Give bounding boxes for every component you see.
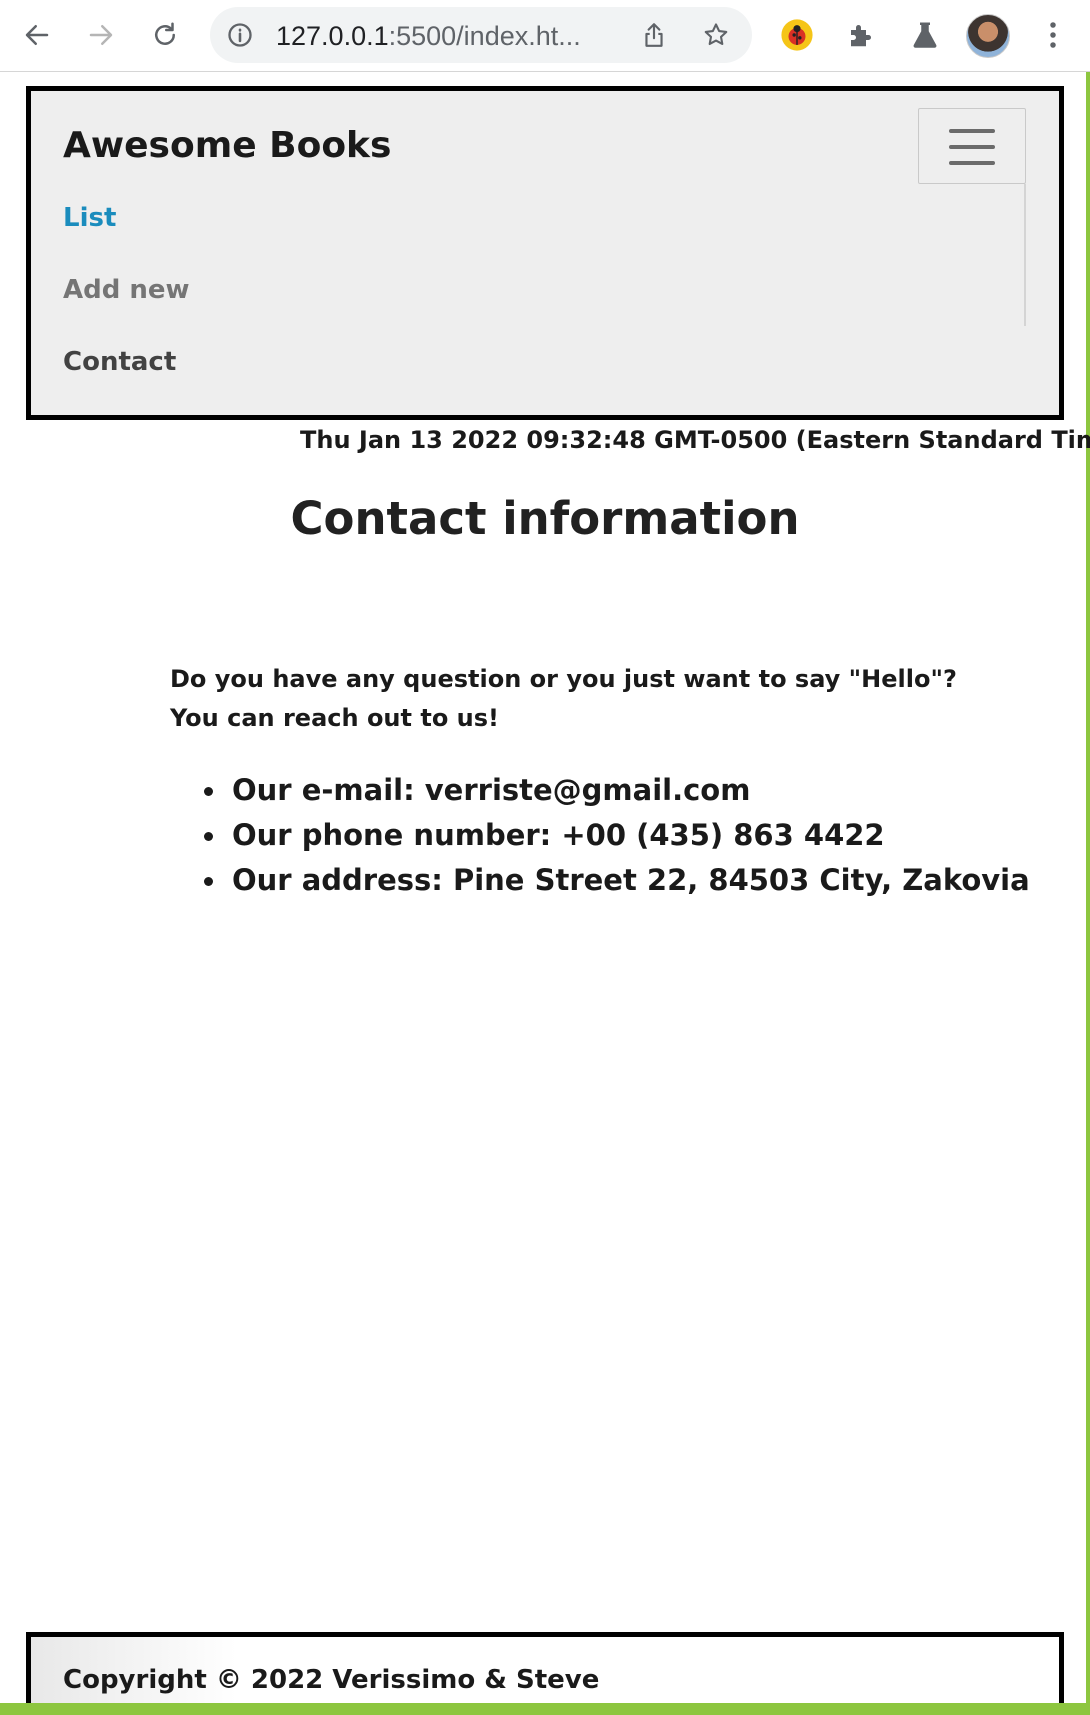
back-arrow-icon[interactable]: [16, 14, 58, 56]
contact-phone: Our phone number: +00 (435) 863 4422: [180, 813, 1030, 858]
browser-toolbar: 127.0.0.1:5500/index.ht...: [0, 0, 1090, 72]
brand-title: Awesome Books: [63, 125, 392, 166]
intro-line: You can reach out to us!: [170, 704, 499, 732]
share-icon[interactable]: [638, 19, 670, 51]
hamburger-bar: [949, 129, 995, 133]
window-edge-bottom: [0, 1703, 1090, 1715]
site-info-icon[interactable]: [226, 21, 254, 49]
contact-phone-text: Our phone number: +00 (435) 863 4422: [232, 818, 885, 852]
contact-address: Our address: Pine Street 22, 84503 City,…: [180, 858, 1030, 903]
bullet-icon: [204, 832, 213, 841]
hamburger-bar: [949, 161, 995, 165]
contact-intro: Do you have any question or you just wan…: [170, 660, 957, 738]
window-edge-right: [1086, 72, 1090, 1715]
bullet-icon: [204, 787, 213, 796]
extensions-puzzle-icon[interactable]: [840, 14, 882, 56]
bullet-icon: [204, 877, 213, 886]
intro-line: Do you have any question or you just wan…: [170, 665, 957, 693]
profile-avatar[interactable]: [966, 14, 1010, 58]
hamburger-bar: [949, 145, 995, 149]
navbar-toggle-button[interactable]: [918, 108, 1026, 184]
contact-email-text: Our e-mail: verriste@gmail.com: [232, 773, 751, 807]
url-host: 127.0.0.1: [276, 21, 389, 51]
menu-divider: [1024, 184, 1026, 326]
reload-icon[interactable]: [144, 14, 186, 56]
navbar: Awesome Books List Add new Contact: [26, 86, 1064, 420]
page-title: Contact information: [290, 492, 800, 545]
bookmark-star-icon[interactable]: [700, 19, 732, 51]
labs-flask-icon[interactable]: [904, 14, 946, 56]
extension-ladybug-icon[interactable]: [776, 14, 818, 56]
current-datetime: Thu Jan 13 2022 09:32:48 GMT-0500 (Easte…: [300, 426, 1090, 454]
nav-link-add-new[interactable]: Add new: [63, 275, 190, 305]
contact-address-text: Our address: Pine Street 22, 84503 City,…: [232, 863, 1030, 897]
address-bar[interactable]: 127.0.0.1:5500/index.ht...: [210, 7, 752, 63]
nav-link-contact[interactable]: Contact: [63, 347, 176, 377]
more-menu-icon[interactable]: [1032, 14, 1074, 56]
contact-email: Our e-mail: verriste@gmail.com: [180, 768, 1030, 813]
copyright-text: Copyright © 2022 Verissimo & Steve: [63, 1665, 600, 1695]
url-path: :5500/index.ht...: [388, 21, 581, 51]
nav-link-list[interactable]: List: [63, 203, 116, 233]
url-text[interactable]: 127.0.0.1:5500/index.ht...: [276, 21, 581, 52]
contact-list: Our e-mail: verriste@gmail.com Our phone…: [180, 768, 1030, 903]
forward-arrow-icon[interactable]: [80, 14, 122, 56]
